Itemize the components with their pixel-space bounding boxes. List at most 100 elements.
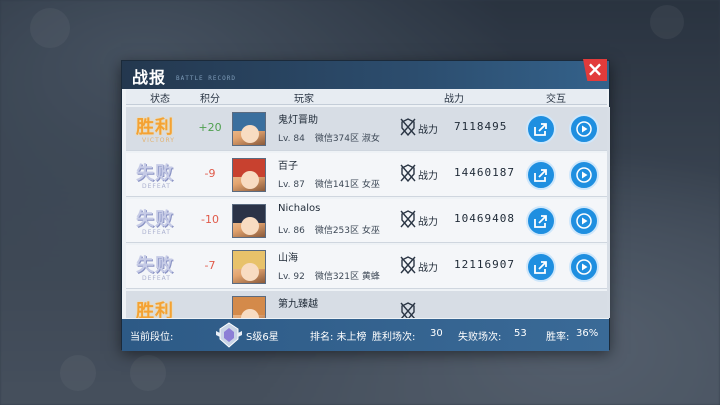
result-text: 失败: [136, 163, 174, 184]
play-icon: [576, 213, 592, 229]
hidden-power-icon: [400, 118, 416, 136]
hidden-power-icon: [400, 302, 416, 318]
points-change: -10: [201, 213, 219, 226]
power-value: 14460187: [454, 166, 515, 179]
power-value: 10469408: [454, 212, 515, 225]
column-header-status: 状态: [150, 94, 170, 105]
column-header-player: 玩家: [294, 94, 314, 105]
dialog-title: 战报: [132, 68, 167, 87]
share-button[interactable]: [526, 114, 556, 144]
wins-label: 胜利场次:: [372, 332, 416, 343]
play-icon: [576, 259, 592, 275]
avatar[interactable]: [232, 250, 266, 284]
player-server-title: 微信141区 女巫: [314, 180, 380, 190]
column-header-points: 积分: [200, 94, 220, 105]
player-level: Lv. 84: [278, 134, 305, 144]
power-value: 7118495: [454, 120, 508, 133]
dialog-titlebar: 战报 BATTLE RECORD: [122, 61, 609, 89]
share-icon: [534, 261, 547, 274]
hidden-power-icon: [400, 164, 416, 182]
scrollbar[interactable]: [607, 107, 610, 318]
player-level: Lv. 87: [278, 180, 305, 190]
replay-button[interactable]: [569, 114, 599, 144]
result-subtext: DEFEAT: [142, 229, 171, 236]
winrate-label: 胜率:: [546, 332, 570, 343]
table-row[interactable]: 失败 DEFEAT -9 百子 Lv. 87 微信141区 女巫 战力 14460187: [126, 153, 607, 197]
player-level: Lv. 86: [278, 226, 305, 236]
share-icon: [534, 169, 547, 182]
battle-list[interactable]: 胜利 VICTORY +20 鬼灯晋助 Lv. 84 微信374区 淑女 战力 7118495…: [126, 107, 607, 318]
power-value: 12116907: [454, 258, 515, 271]
result-text: 失败: [136, 255, 174, 276]
battle-report-dialog: 战报 BATTLE RECORD × 状态 积分 玩家 战力 交互 胜利 VICT…: [121, 59, 610, 351]
avatar-face: [241, 125, 259, 143]
column-header-power: 战力: [444, 94, 464, 105]
result-badge: 失败 DEFEAT: [134, 251, 190, 283]
table-row[interactable]: 失败 DEFEAT -7 山海 Lv. 92 微信321区 黄蜂 战力 12116907: [126, 245, 607, 289]
table-row[interactable]: 失败 DEFEAT -10 Nichalos Lv. 86 微信253区 女巫 战力 1046…: [126, 199, 607, 243]
points-change: -9: [204, 167, 216, 180]
result-subtext: DEFEAT: [142, 275, 171, 282]
table-row[interactable]: 胜利 VICTORY +20 鬼灯晋助 Lv. 84 微信374区 淑女 战力 7118495: [126, 107, 607, 151]
avatar-face: [241, 263, 259, 281]
player-name: 山海: [278, 253, 298, 264]
losses-value: 53: [514, 328, 527, 339]
share-button[interactable]: [526, 252, 556, 282]
share-icon: [534, 215, 547, 228]
result-badge: 失败 DEFEAT: [134, 159, 190, 191]
avatar[interactable]: [232, 296, 266, 318]
rank-badge-icon: [216, 322, 242, 348]
player-info: Lv. 86 微信253区 女巫: [278, 223, 380, 236]
avatar[interactable]: [232, 158, 266, 192]
result-text: 失败: [136, 209, 174, 230]
result-text: 胜利: [136, 117, 174, 138]
points-change: -7: [204, 259, 216, 272]
result-badge: 胜利VICTORY: [134, 113, 190, 145]
share-icon: [534, 123, 547, 136]
power-label: 战力: [418, 263, 438, 274]
table-row[interactable]: 胜利VICTORY 第九臻越: [126, 291, 607, 318]
replay-button[interactable]: [569, 252, 599, 282]
player-level: Lv. 92: [278, 272, 305, 282]
replay-button[interactable]: [569, 160, 599, 190]
result-subtext: VICTORY: [142, 137, 175, 144]
player-server-title: 微信321区 黄蜂: [314, 272, 380, 282]
result-text: 胜利: [136, 301, 174, 318]
play-icon: [576, 167, 592, 183]
replay-button[interactable]: [569, 206, 599, 236]
power-label: 战力: [418, 125, 438, 136]
player-info: Lv. 84 微信374区 淑女: [278, 131, 380, 144]
losses-label: 失败场次:: [458, 332, 502, 343]
play-icon: [576, 121, 592, 137]
result-subtext: DEFEAT: [142, 183, 171, 190]
avatar-face: [241, 217, 259, 235]
stats-footer: 当前段位: S级6星 排名: 未上榜 胜利场次: 30 失败场次: 53 胜率:…: [122, 319, 609, 351]
player-server-title: 微信374区 淑女: [314, 134, 380, 144]
result-badge: 胜利VICTORY: [134, 297, 190, 318]
player-name: Nichalos: [278, 203, 321, 214]
player-server-title: 微信253区 女巫: [314, 226, 380, 236]
player-name: 鬼灯晋助: [278, 115, 318, 126]
hidden-power-icon: [400, 210, 416, 228]
dialog-subtitle: BATTLE RECORD: [176, 75, 236, 82]
result-badge: 失败 DEFEAT: [134, 205, 190, 237]
power-label: 战力: [418, 217, 438, 228]
avatar-face: [241, 171, 259, 189]
hidden-power-icon: [400, 256, 416, 274]
wins-value: 30: [430, 328, 443, 339]
column-header-interact: 交互: [546, 94, 566, 105]
player-info: Lv. 87 微信141区 女巫: [278, 177, 380, 190]
share-button[interactable]: [526, 160, 556, 190]
avatar[interactable]: [232, 204, 266, 238]
player-name: 百子: [278, 161, 298, 172]
player-info: [278, 315, 288, 318]
power-label: 战力: [418, 171, 438, 182]
points-change: +20: [198, 121, 222, 134]
player-name: 第九臻越: [278, 299, 318, 310]
share-button[interactable]: [526, 206, 556, 236]
winrate-value: 36%: [576, 328, 599, 339]
table-header: 状态 积分 玩家 战力 交互: [126, 89, 607, 105]
rank-value: S级6星: [246, 332, 279, 343]
avatar[interactable]: [232, 112, 266, 146]
rank-label: 当前段位:: [130, 332, 174, 343]
